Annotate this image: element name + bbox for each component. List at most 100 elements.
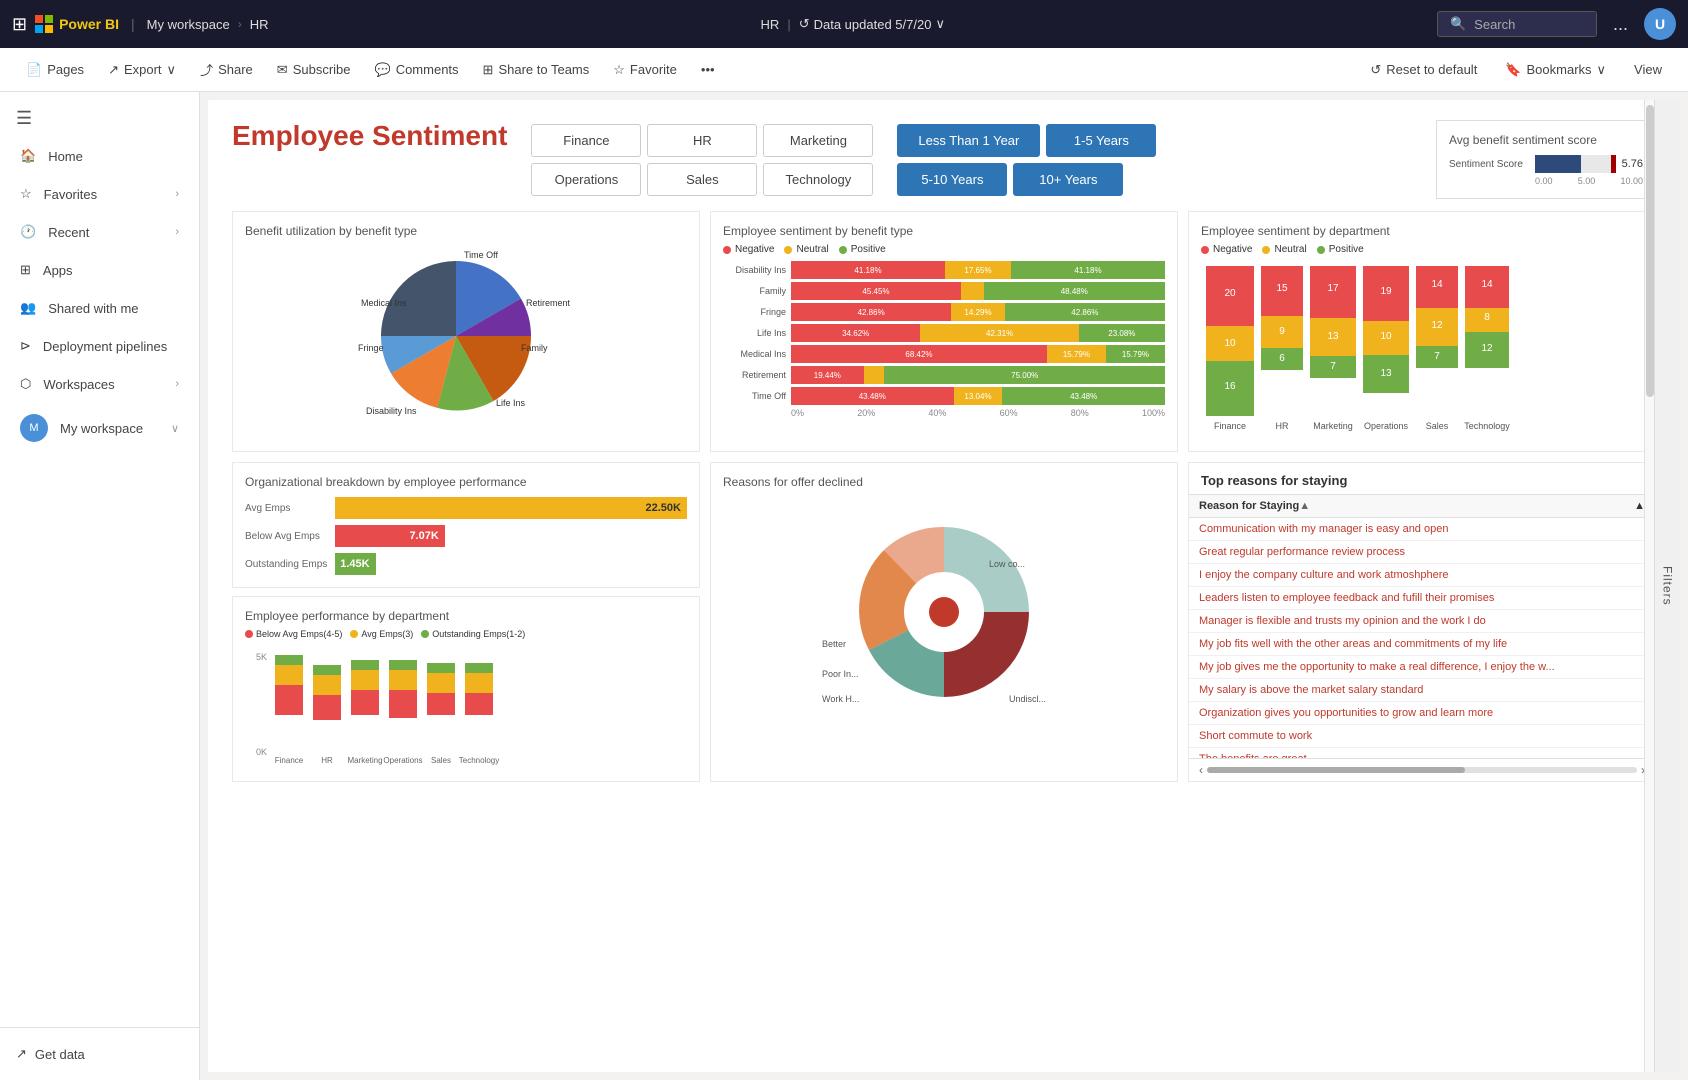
mkt-below	[351, 690, 379, 715]
filter-10-plus-years[interactable]: 10+ Years	[1013, 163, 1123, 196]
more-toolbar-button[interactable]: •••	[691, 58, 725, 81]
sidebar-item-shared[interactable]: 👥 Shared with me	[4, 290, 195, 326]
bar-label: Retirement	[723, 370, 791, 380]
reset-button[interactable]: ↺ Reset to default	[1360, 58, 1487, 82]
sidebar-item-favorites[interactable]: ☆ Favorites ›	[4, 176, 195, 212]
axis-mid: 5.00	[1578, 176, 1596, 186]
bar-stack: 42.86% 14.29% 42.86%	[791, 303, 1165, 321]
sidebar-item-workspaces[interactable]: ⬡ Workspaces ›	[4, 366, 195, 402]
filter-operations[interactable]: Operations	[531, 163, 641, 196]
avg-label: Avg Emps	[245, 503, 335, 514]
reason-item-8[interactable]: My salary is above the market salary sta…	[1189, 679, 1655, 702]
neg-label: Negative	[735, 244, 774, 255]
reason-item-4[interactable]: Leaders listen to employee feedback and …	[1189, 587, 1655, 610]
report-name-center: HR	[761, 17, 780, 32]
neg-dot	[723, 246, 731, 254]
user-avatar[interactable]: U	[1644, 8, 1676, 40]
sidebar-item-apps[interactable]: ⊞ Apps	[4, 252, 195, 288]
filters-panel[interactable]: Filters	[1654, 100, 1680, 1072]
dropdown-chevron: ∨	[935, 16, 945, 32]
below-value: 7.07K	[409, 530, 438, 542]
toolbar-right: ↺ Reset to default 🔖 Bookmarks ∨ View	[1360, 58, 1672, 82]
data-refresh[interactable]: ↺ Data updated 5/7/20 ∨	[799, 16, 945, 32]
dept-filter-row2: Operations Sales Technology	[531, 163, 873, 196]
label-disability: Disability Ins	[366, 406, 417, 416]
reason-item-11[interactable]: The benefits are great	[1189, 748, 1655, 758]
sidebar-item-recent[interactable]: 🕐 Recent ›	[4, 214, 195, 250]
share-teams-label: Share to Teams	[498, 62, 589, 77]
tenure-filter-row1: Less Than 1 Year 1-5 Years	[897, 124, 1156, 157]
neu-bar: 14.29%	[951, 303, 1004, 321]
tech-out	[465, 663, 493, 673]
sidebar-toggle[interactable]: ☰	[0, 100, 199, 137]
reason-item-1[interactable]: Communication with my manager is easy an…	[1189, 518, 1655, 541]
sidebar-item-myworkspace[interactable]: M My workspace ∨	[4, 404, 195, 452]
sidebar-item-pipelines[interactable]: ⊳ Deployment pipelines	[4, 328, 195, 364]
reason-item-2[interactable]: Great regular performance review process	[1189, 541, 1655, 564]
reason-item-6[interactable]: My job fits well with the other areas an…	[1189, 633, 1655, 656]
neu-bar	[961, 282, 984, 300]
offer-declined-card: Reasons for offer declined	[710, 462, 1178, 782]
reason-item-3[interactable]: I enjoy the company culture and work atm…	[1189, 564, 1655, 587]
share-teams-button[interactable]: ⊞ Share to Teams	[473, 58, 600, 82]
reset-icon: ↺	[1370, 62, 1381, 78]
filter-1-5-years[interactable]: 1-5 Years	[1046, 124, 1156, 157]
reasons-scroll-bar[interactable]: ‹ ›	[1189, 758, 1655, 781]
reasons-list[interactable]: Communication with my manager is easy an…	[1189, 518, 1655, 758]
filter-5-10-years[interactable]: 5-10 Years	[897, 163, 1007, 196]
sidebar-item-home[interactable]: 🏠 Home	[4, 138, 195, 174]
pages-button[interactable]: 📄 Pages	[16, 58, 94, 82]
reason-item-7[interactable]: My job gives me the opportunity to make …	[1189, 656, 1655, 679]
bar-label: Medical Ins	[723, 349, 791, 359]
filter-less-than-year[interactable]: Less Than 1 Year	[897, 124, 1040, 157]
right-scrollbar[interactable]	[1644, 100, 1654, 1072]
bookmarks-button[interactable]: 🔖 Bookmarks ∨	[1495, 58, 1616, 82]
get-data-button[interactable]: ↗ Get data	[0, 1036, 199, 1072]
dept-filter-row1: Finance HR Marketing	[531, 124, 873, 157]
powerbi-label: Power BI	[59, 16, 119, 32]
filter-hr[interactable]: HR	[647, 124, 757, 157]
bar-stack: 19.44% 75.00%	[791, 366, 1165, 384]
scroll-left[interactable]: ‹	[1199, 763, 1203, 777]
h-scrollbar[interactable]	[1207, 767, 1637, 773]
view-label: View	[1634, 62, 1662, 77]
nav-workspace[interactable]: My workspace	[147, 17, 230, 32]
filter-finance[interactable]: Finance	[531, 124, 641, 157]
share-button[interactable]: ⤴ Share	[190, 56, 263, 83]
more-options-icon[interactable]: ...	[1605, 10, 1636, 39]
reset-label: Reset to default	[1386, 62, 1477, 77]
pos-bar: 41.18%	[1011, 261, 1165, 279]
apps-label: Apps	[43, 263, 73, 278]
home-label: Home	[48, 149, 83, 164]
mkt-avg	[351, 670, 379, 690]
export-button[interactable]: ↗ Export ∨	[98, 58, 186, 82]
export-chevron: ∨	[167, 62, 177, 78]
subscribe-icon: ✉	[277, 62, 288, 78]
view-button[interactable]: View	[1624, 58, 1672, 81]
reason-item-5[interactable]: Manager is flexible and trusts my opinio…	[1189, 610, 1655, 633]
bar-label: Disability Ins	[723, 265, 791, 275]
reason-item-9[interactable]: Organization gives you opportunities to …	[1189, 702, 1655, 725]
favorite-button[interactable]: ☆ Favorite	[603, 58, 687, 82]
filter-sales[interactable]: Sales	[647, 163, 757, 196]
bar-stack: 43.48% 13.04% 43.48%	[791, 387, 1165, 405]
search-box[interactable]: 🔍 Search	[1437, 11, 1597, 37]
legend-neutral: Neutral	[784, 244, 828, 255]
benefit-util-title: Benefit utilization by benefit type	[245, 224, 687, 238]
reason-item-10[interactable]: Short commute to work	[1189, 725, 1655, 748]
export-label: Export	[124, 62, 162, 77]
reason-sort-icon[interactable]: ▲	[1299, 500, 1310, 512]
apps-icon[interactable]: ⊞	[12, 14, 27, 35]
axis-80: 80%	[1071, 408, 1089, 418]
sentiment-benefit-title: Employee sentiment by benefit type	[723, 224, 1165, 238]
tech-neu-val: 8	[1484, 312, 1490, 323]
bar-stack: 34.62% 42.31% 23.08%	[791, 324, 1165, 342]
recent-label: Recent	[48, 225, 89, 240]
filter-technology[interactable]: Technology	[763, 163, 873, 196]
filter-marketing[interactable]: Marketing	[763, 124, 873, 157]
tech-label: Technology	[1464, 421, 1510, 431]
teams-icon: ⊞	[483, 62, 494, 78]
subscribe-button[interactable]: ✉ Subscribe	[267, 58, 361, 82]
perf-dot3	[421, 630, 429, 638]
comments-button[interactable]: 💬 Comments	[365, 58, 469, 82]
